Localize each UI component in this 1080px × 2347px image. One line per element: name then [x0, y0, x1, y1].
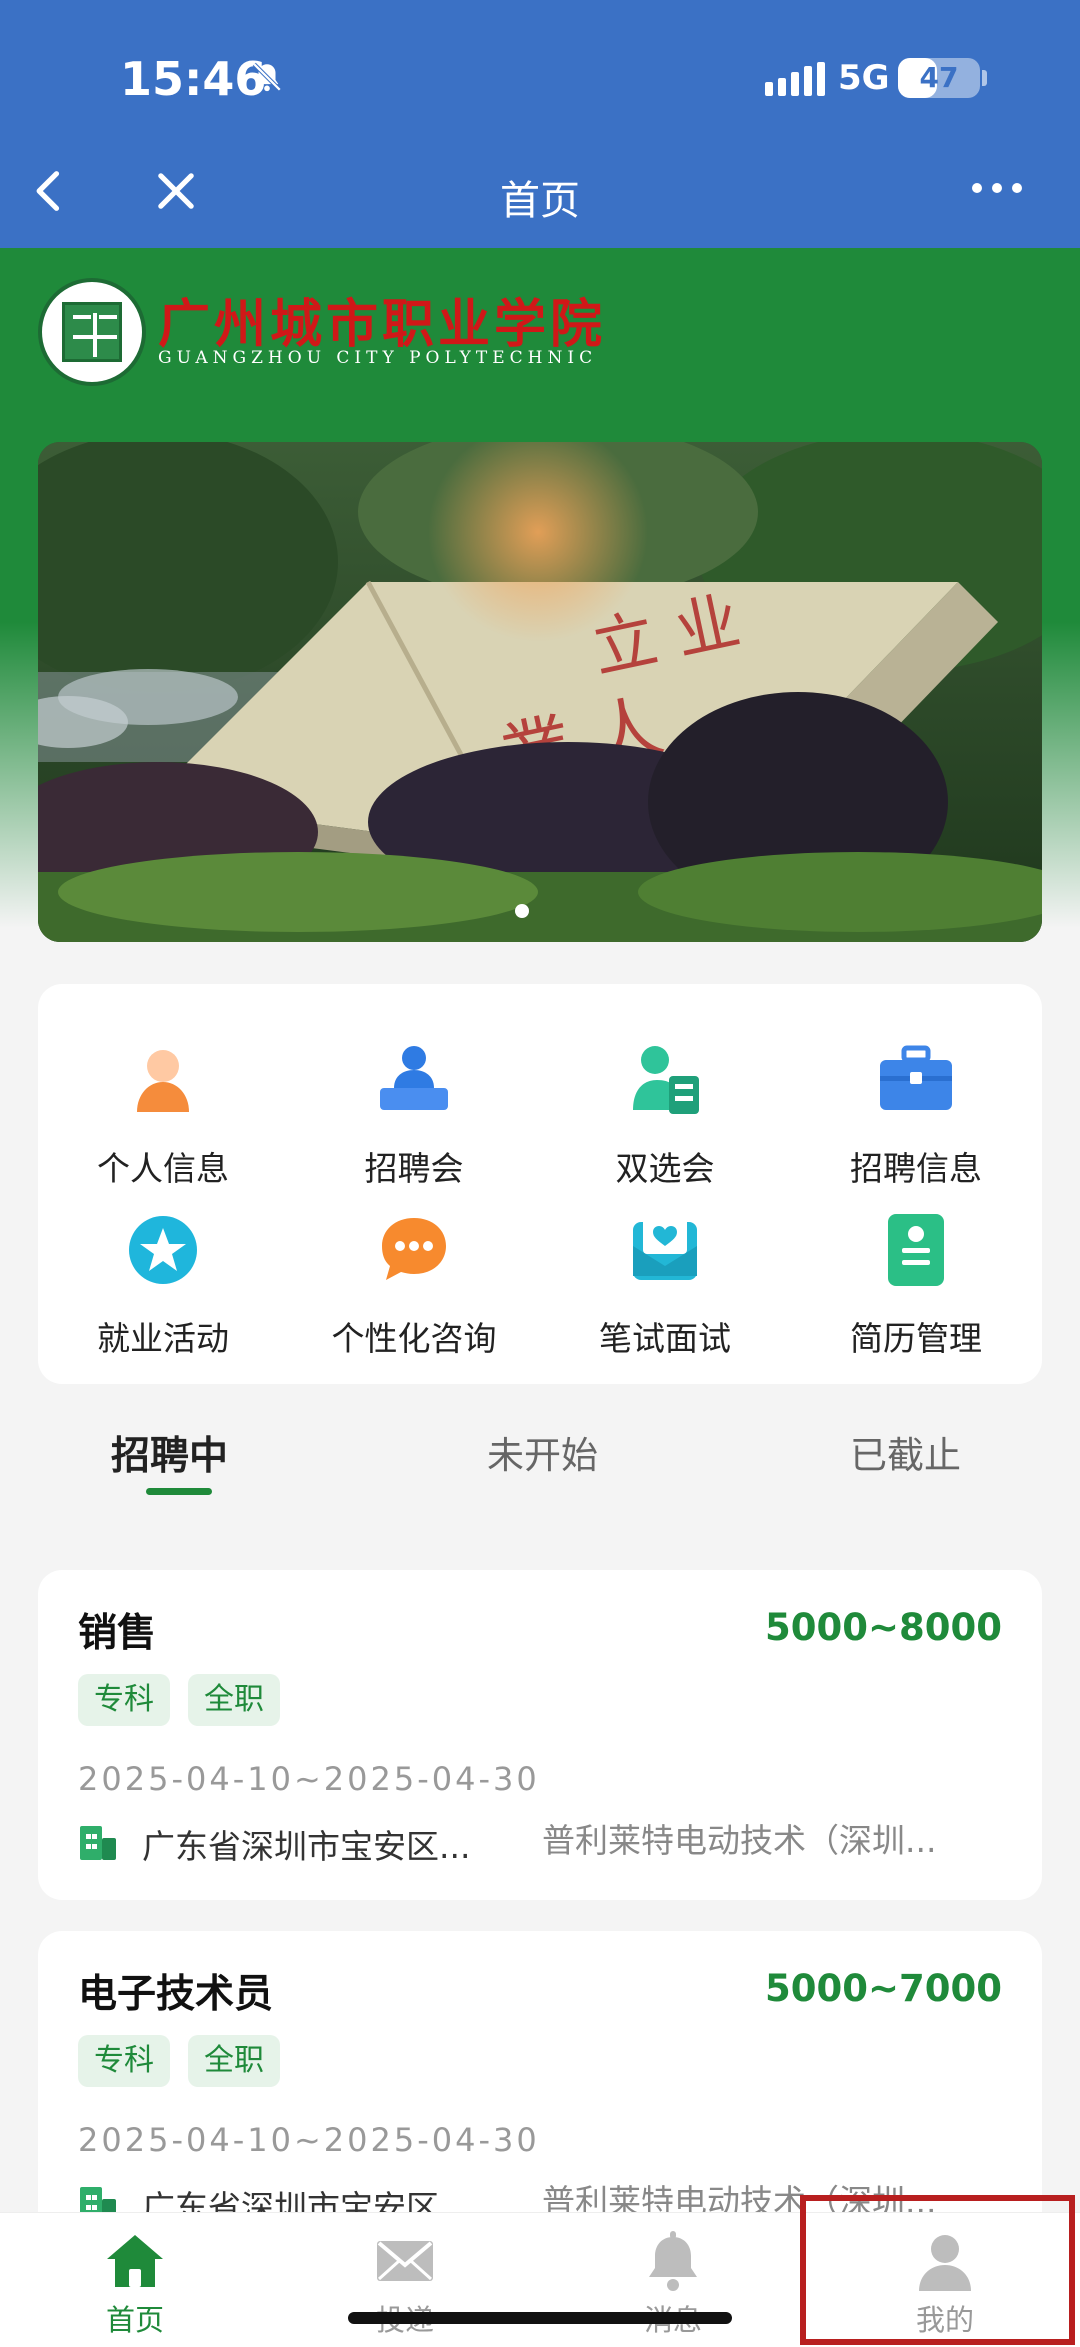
feature-resume-management[interactable]: 简历管理: [791, 1210, 1041, 1370]
home-indicator: [348, 2312, 732, 2324]
school-name-en: GUANGZHOU CITY POLYTECHNIC: [158, 348, 598, 368]
more-options-icon[interactable]: [972, 183, 1022, 193]
bell-icon: [649, 2231, 697, 2291]
feature-label: 招聘会: [364, 1149, 464, 1188]
active-tab-indicator: [146, 1488, 212, 1495]
person-icon: [137, 1050, 189, 1112]
chat-bubble-icon: [382, 1218, 446, 1280]
battery-level: 47: [919, 61, 959, 94]
building-icon: [80, 1826, 116, 1860]
signal-icon: [765, 62, 825, 96]
job-tag-type: 全职: [188, 1674, 280, 1726]
feature-consultation[interactable]: 个性化咨询: [289, 1210, 539, 1370]
home-icon: [107, 2235, 163, 2287]
status-time: 15:46: [120, 52, 267, 106]
tab-closed[interactable]: 已截止: [850, 1425, 961, 1479]
feature-label: 简历管理: [850, 1319, 982, 1358]
campus-banner-image[interactable]: 立 业 業 人: [38, 442, 1042, 942]
envelope-heart-icon: [633, 1216, 697, 1280]
feature-grid: 个人信息 招聘会 双选会 招聘信息 就业活动 个性化咨询 笔试面试 简历管理: [38, 984, 1042, 1384]
nav-home[interactable]: 首页: [35, 2213, 235, 2347]
feature-label: 就业活动: [97, 1319, 229, 1358]
feature-double-selection[interactable]: 双选会: [540, 1040, 790, 1200]
presenter-icon: [380, 1046, 448, 1110]
job-title: 销售: [78, 1611, 157, 1656]
job-salary: 5000~7000: [765, 1967, 1002, 2010]
school-seal-logo: [38, 278, 146, 386]
feature-label: 笔试面试: [599, 1319, 731, 1358]
job-card[interactable]: 销售 5000~8000 专科 全职 2025-04-10~2025-04-30…: [38, 1570, 1042, 1900]
bell-muted-icon: [252, 62, 282, 92]
user-card-icon: [633, 1046, 699, 1114]
star-icon: [129, 1216, 197, 1284]
page-title: 首页: [500, 178, 580, 224]
network-type: 5G: [838, 58, 890, 98]
briefcase-icon: [880, 1045, 952, 1110]
feature-employment-activity[interactable]: 就业活动: [38, 1210, 288, 1370]
tab-recruiting[interactable]: 招聘中: [111, 1425, 228, 1481]
nav-label: 首页: [105, 2303, 164, 2337]
job-tag-type: 全职: [188, 2035, 280, 2087]
job-tag-education: 专科: [78, 2035, 170, 2087]
battery-icon: 47: [898, 58, 980, 98]
feature-label: 双选会: [615, 1149, 715, 1188]
job-title: 电子技术员: [78, 1972, 274, 2017]
feature-label: 招聘信息: [850, 1149, 982, 1188]
job-salary: 5000~8000: [765, 1606, 1002, 1649]
job-date-range: 2025-04-10~2025-04-30: [78, 2121, 540, 2159]
feature-recruitment-info[interactable]: 招聘信息: [791, 1040, 1041, 1200]
tab-not-started[interactable]: 未开始: [487, 1425, 598, 1479]
feature-personal-info[interactable]: 个人信息: [38, 1040, 288, 1200]
feature-label: 个人信息: [97, 1149, 229, 1188]
job-date-range: 2025-04-10~2025-04-30: [78, 1760, 540, 1798]
highlight-box: [800, 2195, 1075, 2345]
mail-icon: [377, 2241, 433, 2281]
top-bar: 15:46 5G 47 首页: [0, 0, 1080, 248]
job-tag-education: 专科: [78, 1674, 170, 1726]
resume-icon: [888, 1214, 944, 1286]
job-address: 广东省深圳市宝安区...: [142, 1827, 471, 1866]
carousel-indicator[interactable]: [515, 904, 529, 918]
nav-deliver[interactable]: 投递: [305, 2213, 505, 2347]
school-name-cn: 广州城市职业学院: [158, 294, 607, 355]
feature-label: 个性化咨询: [331, 1319, 497, 1358]
feature-job-fair[interactable]: 招聘会: [289, 1040, 539, 1200]
job-company: 普利莱特电动技术（深圳...: [542, 1821, 937, 1860]
feature-exam-interview[interactable]: 笔试面试: [540, 1210, 790, 1370]
nav-messages[interactable]: 消息: [573, 2213, 773, 2347]
